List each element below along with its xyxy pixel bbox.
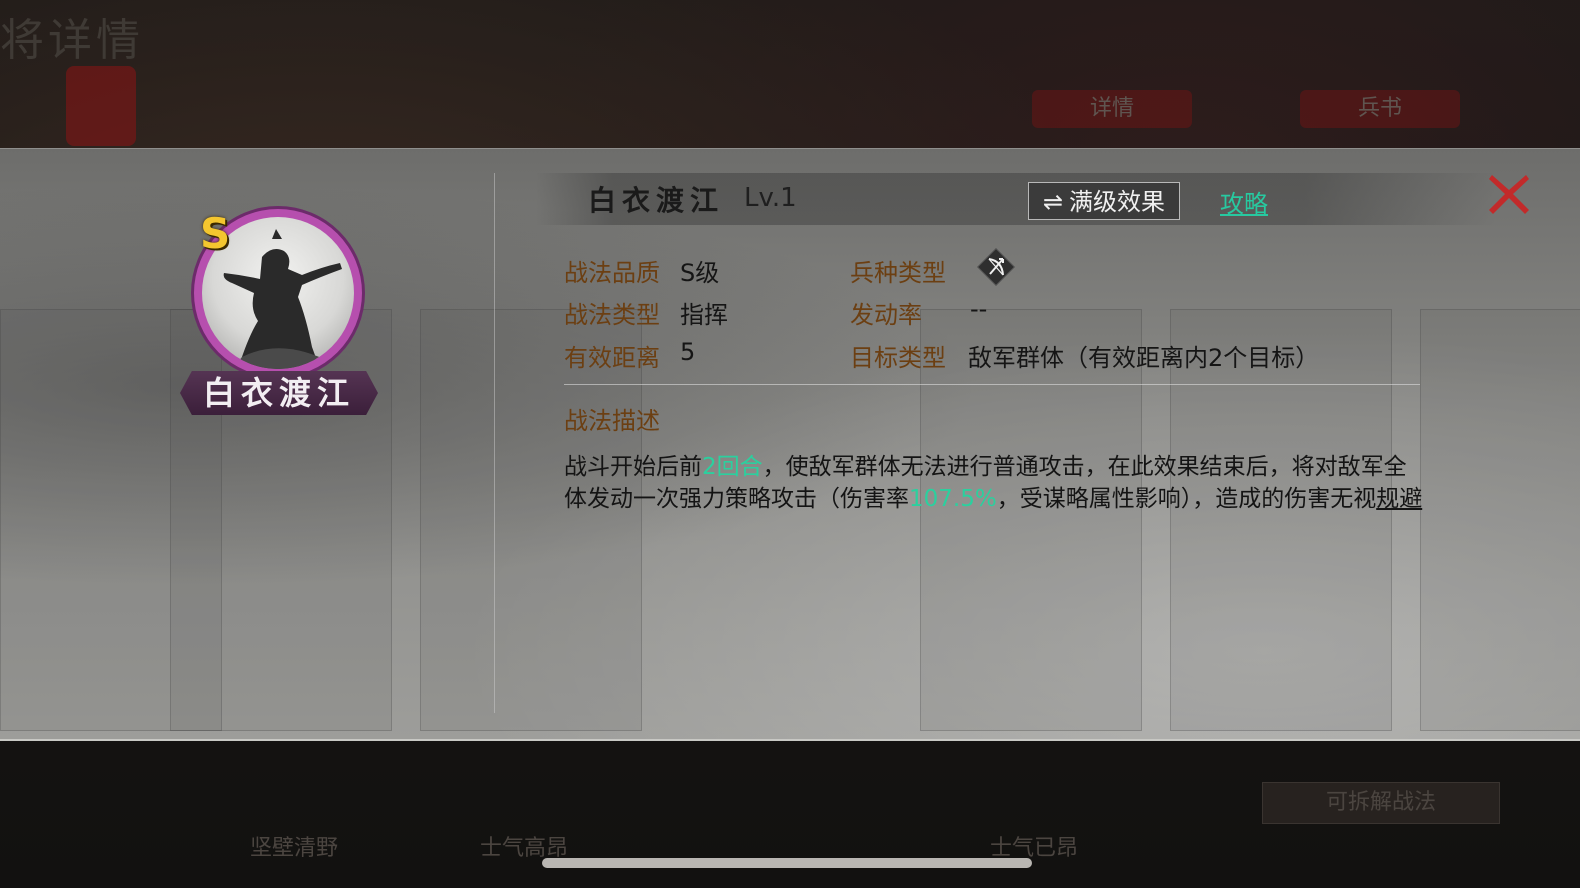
trigger-rate-label: 发动率 [850,301,922,329]
troop-type-label: 兵种类型 [850,259,946,287]
guide-link[interactable]: 攻略 [1220,184,1268,219]
type-label: 战法类型 [564,301,660,329]
background-seal [66,66,136,146]
skill-detail-popup: S 白衣渡江 白衣渡江 Lv.1 ⇌ 满级效果 攻略 战法品质 S级 战法类型 指… [0,148,1580,741]
target-type-value: 敌军群体（有效距离内2个目标） [968,344,1320,372]
skill-description: 战斗开始后前2回合，使敌军群体无法进行普通攻击，在此效果结束后，将对敌军全体发动… [564,451,1424,515]
type-value: 指挥 [680,301,728,329]
grade-badge: S [200,209,231,258]
bow-troop-icon [976,247,1016,287]
quality-value: S级 [680,259,720,287]
close-x-icon [1489,175,1529,214]
close-button[interactable] [1486,171,1532,217]
skill-level: Lv.1 [744,183,797,213]
background-title: 将详情 [0,15,144,66]
background-bottom-item: 坚壁清野 [250,836,339,861]
swap-arrows-icon: ⇌ [1042,188,1064,216]
background-tab-details: 详情 [1032,90,1192,128]
horizontal-divider [564,384,1420,385]
skill-name-plate: 白衣渡江 [180,371,378,415]
vertical-divider [494,173,495,713]
description-text: ，受谋略属性影响），造成的伤害无视 [996,486,1377,512]
keyword-evasion-link[interactable]: 规避 [1376,486,1422,512]
max-level-effect-label: 满级效果 [1069,188,1166,216]
description-title: 战法描述 [564,407,660,435]
description-highlight-rounds: 2回合 [702,454,763,480]
description-text: 战斗开始后前 [564,454,702,480]
range-value: 5 [680,338,696,366]
skill-title: 白衣渡江 [588,184,725,217]
target-type-label: 目标类型 [850,344,946,372]
ghost-card [1420,309,1580,731]
max-level-effect-button[interactable]: ⇌ 满级效果 [1028,182,1180,220]
background-tab-book: 兵书 [1300,90,1460,128]
game-screen: 将详情 详情 兵书 坚壁清野 士气高昂 士气已昂 可拆解战法 S 白衣渡江 白衣… [0,0,1580,888]
description-highlight-damage-rate: 107.5% [909,486,997,512]
quality-label: 战法品质 [564,259,660,287]
range-label: 有效距离 [564,344,660,372]
home-indicator[interactable] [542,858,1032,868]
trigger-rate-value: -- [970,295,988,323]
background-disassemble-button: 可拆解战法 [1262,782,1500,824]
